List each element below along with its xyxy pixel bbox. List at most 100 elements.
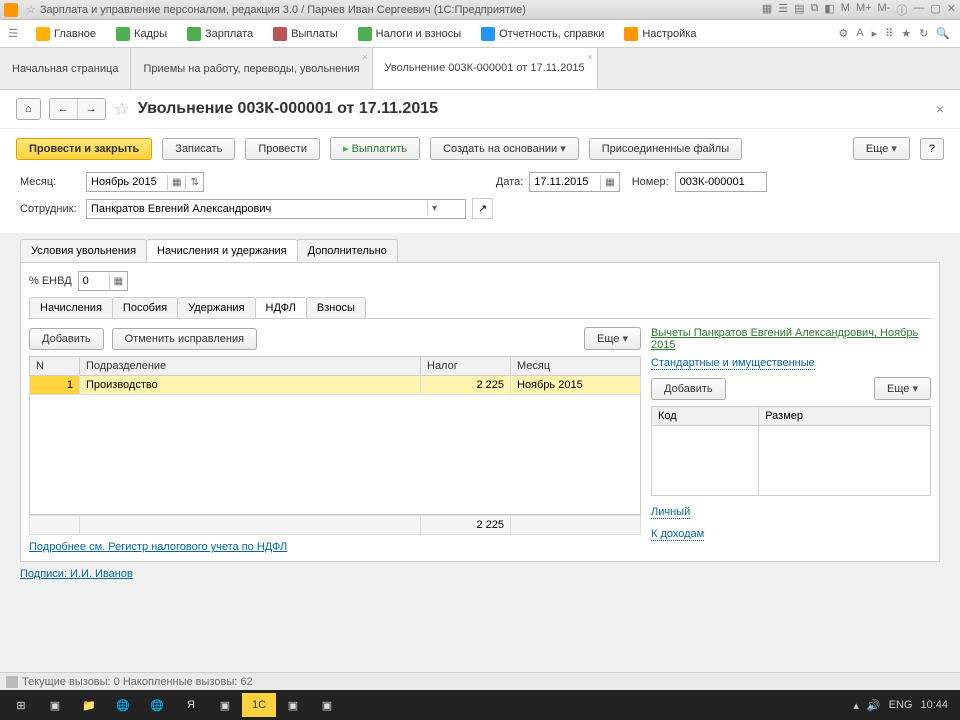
more-button[interactable]: Еще — [584, 327, 641, 350]
tab-accruals[interactable]: Начисления и удержания — [146, 239, 298, 262]
tb-icon[interactable]: ▦ — [762, 2, 772, 18]
tb-icon[interactable]: M- — [878, 2, 891, 18]
employee-input[interactable] — [87, 200, 427, 218]
subtab-deductions[interactable]: Удержания — [177, 297, 255, 318]
favorite-icon[interactable]: ☆ — [26, 3, 36, 16]
lang-indicator[interactable]: ENG — [889, 699, 913, 711]
spinner-icon[interactable]: ⇅ — [185, 175, 202, 190]
menu-settings[interactable]: Настройка — [614, 20, 706, 47]
grid-empty-area[interactable] — [29, 395, 641, 515]
close-icon[interactable]: × — [587, 52, 592, 62]
number-input[interactable] — [676, 173, 766, 191]
taskbar-app[interactable]: ▣ — [310, 693, 344, 717]
menu-taxes[interactable]: Налоги и взносы — [348, 20, 472, 47]
tb-icon[interactable]: M+ — [856, 2, 872, 18]
attached-files-button[interactable]: Присоединенные файлы — [589, 138, 742, 160]
menu-reports[interactable]: Отчетность, справки — [471, 20, 614, 47]
add-button[interactable]: Добавить — [29, 328, 104, 350]
gear-icon[interactable]: ⚙ — [838, 27, 848, 40]
envd-input[interactable] — [79, 272, 109, 290]
chevron-down-icon[interactable]: ▾ — [427, 201, 441, 216]
subtab-ndfl[interactable]: НДФЛ — [255, 297, 307, 318]
employee-field[interactable]: ▾ — [86, 199, 466, 219]
tray-icon[interactable]: ▴ — [853, 699, 859, 712]
number-field[interactable] — [675, 172, 767, 192]
help-button[interactable]: ? — [920, 138, 944, 160]
subtab-contributions[interactable]: Взносы — [306, 297, 366, 318]
open-link-icon[interactable]: ↗ — [472, 198, 493, 219]
minimize-icon[interactable]: — — [913, 2, 924, 18]
taskbar-app[interactable]: 🌐 — [140, 693, 174, 717]
favorite-icon[interactable]: ☆ — [114, 99, 130, 120]
close-icon[interactable]: × — [362, 52, 367, 62]
taskbar-app[interactable]: ▣ — [208, 693, 242, 717]
tb-icon[interactable]: ☰ — [778, 2, 788, 18]
post-button[interactable]: Провести — [245, 138, 320, 160]
tab-additional[interactable]: Дополнительно — [297, 239, 398, 262]
taskbar-app[interactable]: Я — [174, 693, 208, 717]
maximize-icon[interactable]: ▢ — [930, 2, 940, 18]
burger-icon[interactable]: ☰ — [4, 27, 22, 40]
subtab-benefits[interactable]: Пособия — [112, 297, 178, 318]
subtab-accruals[interactable]: Начисления — [29, 297, 113, 318]
tray-icon[interactable]: 🔊 — [867, 699, 881, 712]
taskbar-app[interactable]: ▣ — [38, 693, 72, 717]
ndfl-table[interactable]: N Подразделение Налог Месяц 1 Производст… — [29, 356, 641, 395]
income-link[interactable]: К доходам — [651, 528, 704, 541]
write-button[interactable]: Записать — [162, 138, 235, 160]
detail-register-link[interactable]: Подробнее см. Регистр налогового учета п… — [29, 541, 287, 553]
calendar-icon[interactable]: ▦ — [167, 175, 185, 190]
start-button[interactable]: ⊞ — [4, 693, 38, 717]
forward-icon[interactable]: ▸ — [872, 27, 878, 40]
history-icon[interactable]: ↻ — [919, 27, 928, 40]
deductions-title-link[interactable]: Вычеты Панкратов Евгений Александрович, … — [651, 327, 918, 351]
taskbar-app[interactable]: 🌐 — [106, 693, 140, 717]
taskbar-app[interactable]: ▣ — [276, 693, 310, 717]
month-field[interactable]: ▦ ⇅ — [86, 172, 204, 192]
grid-icon[interactable]: ⠿ — [885, 27, 893, 40]
more-button[interactable]: Еще — [874, 377, 931, 400]
add-deduction-button[interactable]: Добавить — [651, 378, 726, 400]
tb-icon[interactable]: M — [841, 2, 850, 18]
envd-field[interactable]: ▦ — [78, 271, 128, 291]
close-page-icon[interactable]: × — [936, 101, 944, 117]
help-icon[interactable]: ⓘ — [896, 2, 907, 18]
tb-icon[interactable]: ◧ — [824, 2, 834, 18]
date-field[interactable]: ▦ — [529, 172, 619, 192]
menu-salary[interactable]: Зарплата — [177, 20, 263, 47]
post-and-close-button[interactable]: Провести и закрыть — [16, 138, 152, 160]
tb-icon[interactable]: ⧉ — [811, 2, 819, 18]
month-input[interactable] — [87, 173, 167, 191]
nav-home-box: ⌂ — [16, 98, 41, 120]
personal-link[interactable]: Личный — [651, 506, 690, 519]
table-row[interactable]: 1 Производство 2 225 Ноябрь 2015 — [30, 376, 641, 395]
menu-staff[interactable]: Кадры — [106, 20, 177, 47]
menu-payments[interactable]: Выплаты — [263, 20, 347, 47]
tab-hiring[interactable]: Приемы на работу, переводы, увольнения× — [131, 48, 372, 89]
taskbar-app[interactable]: 📁 — [72, 693, 106, 717]
create-based-button[interactable]: Создать на основании — [430, 137, 579, 160]
tb-icon[interactable]: ▤ — [794, 2, 804, 18]
forward-icon[interactable]: → — [78, 99, 105, 119]
clock[interactable]: 10:44 — [920, 699, 948, 711]
a-icon[interactable]: A — [856, 27, 863, 40]
home-icon[interactable]: ⌂ — [17, 99, 40, 119]
calendar-icon[interactable]: ▦ — [600, 175, 618, 190]
close-icon[interactable]: ✕ — [947, 2, 956, 18]
taskbar-app[interactable]: 1C — [242, 693, 276, 717]
date-input[interactable] — [530, 173, 600, 191]
deductions-table[interactable]: Код Размер — [651, 406, 931, 496]
standard-deductions-link[interactable]: Стандартные и имущественные — [651, 357, 815, 370]
tab-start-page[interactable]: Начальная страница — [0, 48, 131, 89]
cancel-corrections-button[interactable]: Отменить исправления — [112, 328, 257, 350]
back-icon[interactable]: ← — [50, 99, 78, 119]
signatures-link[interactable]: Подписи: И.И. Иванов — [20, 568, 133, 580]
more-button[interactable]: Еще — [853, 137, 910, 160]
pay-button[interactable]: Выплатить — [330, 137, 420, 160]
tab-conditions[interactable]: Условия увольнения — [20, 239, 147, 262]
calc-icon[interactable]: ▦ — [109, 274, 127, 289]
menu-main[interactable]: Главное — [26, 20, 106, 47]
tab-dismissal[interactable]: Увольнение 003К-000001 от 17.11.2015× — [373, 48, 598, 89]
search-icon[interactable]: 🔍 — [936, 27, 950, 40]
star-icon[interactable]: ★ — [901, 27, 911, 40]
